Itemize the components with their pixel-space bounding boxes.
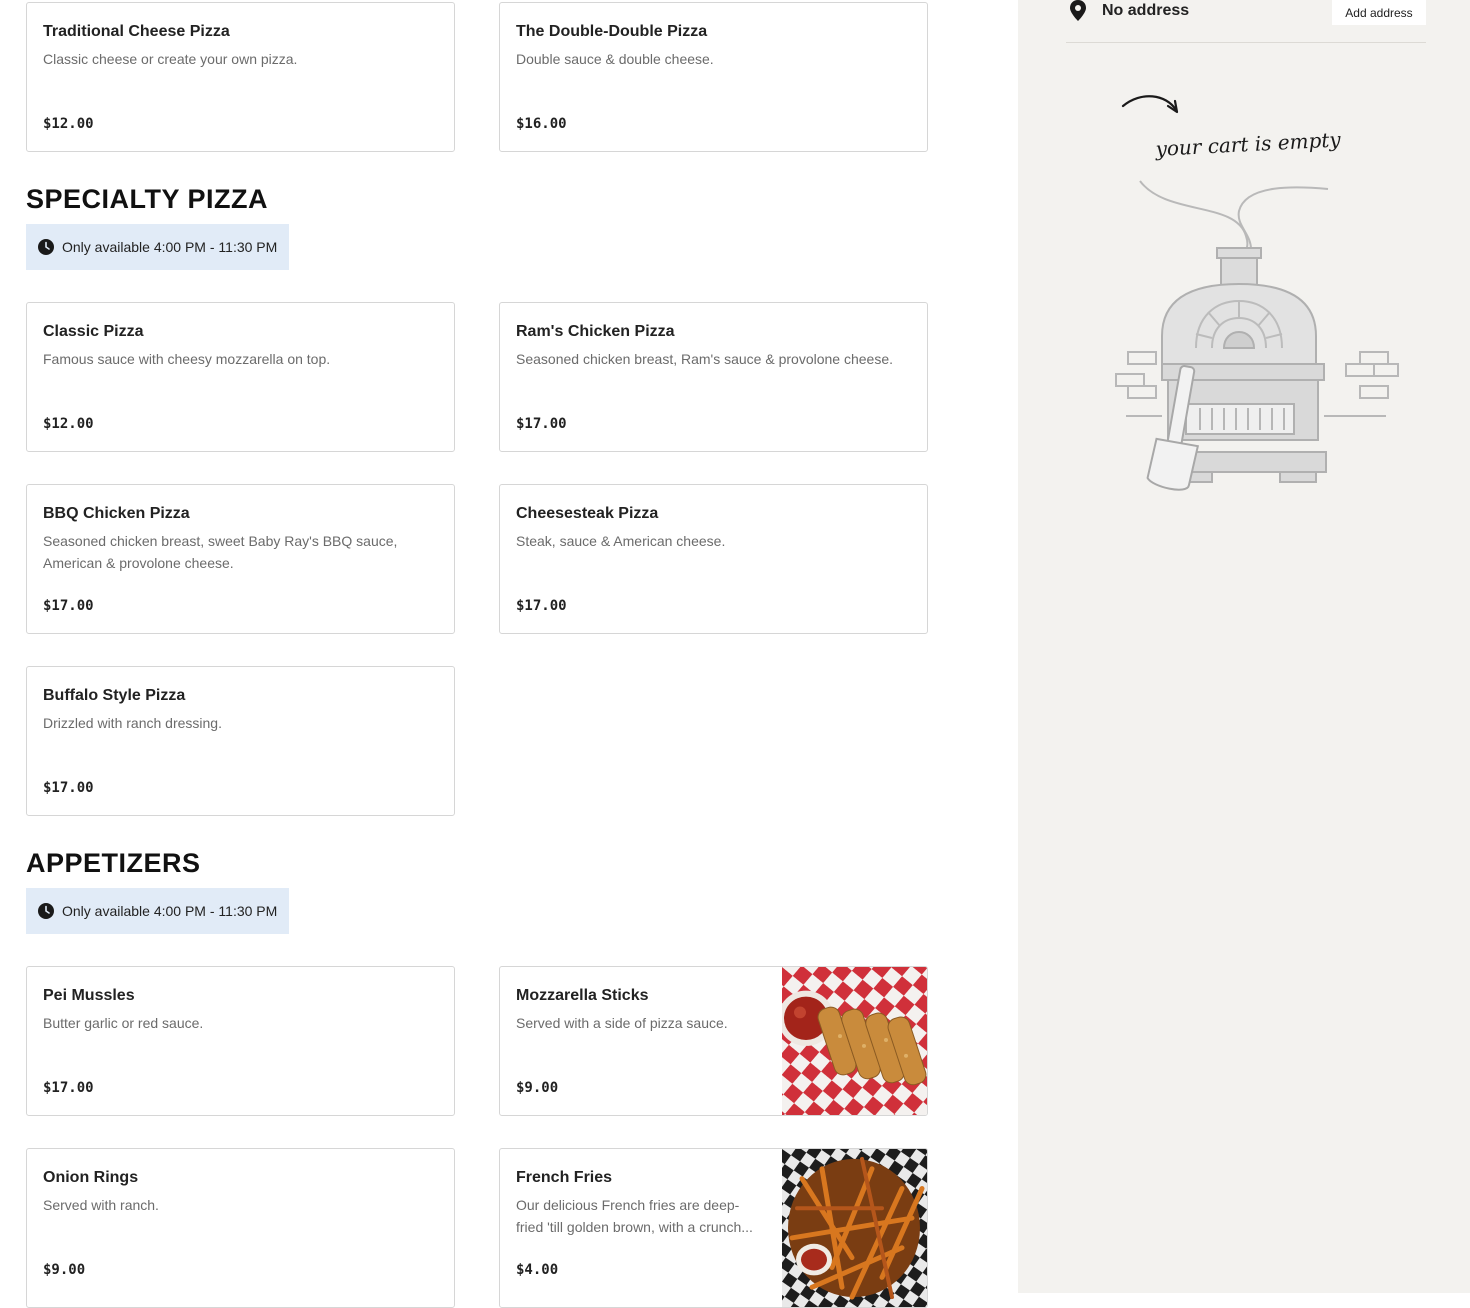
curved-arrow-icon [1121,95,1178,112]
section-title-appetizers: APPETIZERS [26,848,201,878]
menu-item-card[interactable]: BBQ Chicken Pizza Seasoned chicken breas… [26,484,455,634]
item-name: The Double-Double Pizza [516,23,708,40]
mozzarella-sticks-photo [782,967,927,1115]
item-price: $17.00 [43,1080,94,1096]
item-name: Pei Mussles [43,987,135,1004]
item-description: Double sauce & double cheese. [516,51,714,67]
item-price: $12.00 [43,116,94,132]
availability-banner: Only available 4:00 PM - 11:30 PM [26,888,289,934]
menu-item-card[interactable]: Pei Mussles Butter garlic or red sauce. … [26,966,455,1116]
address-label: No address [1102,2,1190,19]
availability-text: Only available 4:00 PM - 11:30 PM [62,903,278,919]
item-price: $9.00 [43,1262,86,1278]
item-price: $17.00 [43,598,94,614]
menu-item-card[interactable]: Cheesesteak Pizza Steak, sauce & America… [499,484,928,634]
item-description: Served with ranch. [43,1197,159,1213]
item-name: Onion Rings [43,1169,139,1186]
item-name: Traditional Cheese Pizza [43,23,230,40]
availability-text: Only available 4:00 PM - 11:30 PM [62,239,278,255]
delivery-address-row: No address Add address [1066,0,1426,43]
item-description: Famous sauce with cheesy mozzarella on t… [43,351,331,367]
empty-cart-illustration: your cart is empty [1096,86,1402,498]
location-pin-icon [1069,0,1087,22]
clock-icon [38,239,54,255]
menu-item-card[interactable]: Mozzarella Sticks Served with a side of … [499,966,928,1116]
menu-column: Traditional Cheese Pizza Classic cheese … [0,0,1018,1308]
item-description: Seasoned chicken breast, Ram's sauce & p… [516,351,894,367]
item-description: Steak, sauce & American cheese. [516,533,726,549]
menu-item-card[interactable]: French Fries Our delicious French fries … [499,1148,928,1308]
item-description: Drizzled with ranch dressing. [43,715,222,731]
availability-banner: Only available 4:00 PM - 11:30 PM [26,224,289,270]
french-fries-photo [782,1149,927,1307]
item-price: $17.00 [43,780,94,796]
item-description: Seasoned chicken breast, sweet Baby Ray'… [43,533,398,571]
item-name: BBQ Chicken Pizza [43,505,190,522]
item-name: Classic Pizza [43,323,144,340]
menu-item-card[interactable]: Traditional Cheese Pizza Classic cheese … [26,2,455,152]
item-name: Buffalo Style Pizza [43,687,186,704]
menu-item-card[interactable]: The Double-Double Pizza Double sauce & d… [499,2,928,152]
item-name: Ram's Chicken Pizza [516,323,675,340]
item-price: $4.00 [516,1262,559,1278]
item-price: $9.00 [516,1080,559,1096]
empty-cart-text: your cart is empty [1154,127,1342,161]
cart-sidebar: No address Add address your cart is empt… [1018,0,1470,1293]
item-description: Classic cheese or create your own pizza. [43,51,298,67]
item-price: $16.00 [516,116,567,132]
item-price: $17.00 [516,416,567,432]
item-description: Served with a side of pizza sauce. [516,1015,728,1031]
item-price: $17.00 [516,598,567,614]
item-price: $12.00 [43,416,94,432]
item-name: Cheesesteak Pizza [516,505,659,522]
section-title-specialty-pizza: SPECIALTY PIZZA [26,184,269,214]
item-description: Our delicious French fries are deep-frie… [516,1197,753,1235]
item-name: French Fries [516,1169,613,1186]
menu-item-card[interactable]: Classic Pizza Famous sauce with cheesy m… [26,302,455,452]
item-name: Mozzarella Sticks [516,987,649,1004]
add-address-button[interactable]: Add address [1332,0,1426,25]
menu-item-card[interactable]: Ram's Chicken Pizza Seasoned chicken bre… [499,302,928,452]
menu-item-card[interactable]: Buffalo Style Pizza Drizzled with ranch … [26,666,455,816]
menu-item-card[interactable]: Onion Rings Served with ranch. $9.00 [26,1148,455,1308]
item-description: Butter garlic or red sauce. [43,1015,204,1031]
clock-icon [38,903,54,919]
